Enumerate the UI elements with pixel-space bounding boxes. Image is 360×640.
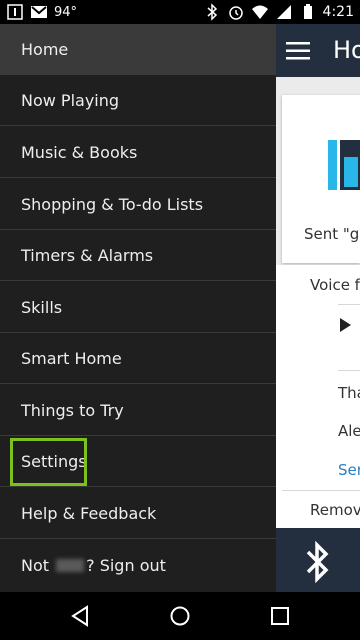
drawer-item-shopping-lists[interactable]: Shopping & To-do Lists (0, 179, 276, 230)
status-bar: 94° 4:21 (0, 0, 360, 24)
voice-feedback-label: Voice fe (310, 276, 360, 294)
drawer-item-label: Smart Home (21, 348, 122, 368)
drawer-item-music-books[interactable]: Music & Books (0, 127, 276, 178)
drawer-item-things-to-try[interactable]: Things to Try (0, 385, 276, 436)
app-header: Ho (276, 24, 360, 77)
alarm-icon (228, 6, 243, 20)
remove-button[interactable]: Remove (310, 501, 360, 519)
signal-icon (276, 5, 291, 19)
bluetooth-icon (207, 3, 217, 21)
app-content: Ho Sent "ga Voice fe Tha Ale Ser Remove (276, 24, 360, 592)
drawer-item-label: Home (21, 39, 69, 59)
drawer-item-smart-home[interactable]: Smart Home (0, 333, 276, 384)
clock: 4:21 (322, 4, 354, 20)
sign-out-prefix: Not (21, 556, 55, 575)
battery-icon (303, 4, 312, 19)
navigation-drawer: Home Now Playing Music & Books Shopping … (0, 24, 276, 592)
feedback-link[interactable]: Ser (338, 461, 360, 479)
gmail-icon (31, 6, 47, 18)
bottom-bar (276, 528, 360, 592)
drawer-item-sign-out[interactable]: Not ? Sign out (0, 540, 276, 591)
feedback-row-2: Ale (338, 422, 360, 440)
menu-icon[interactable] (286, 42, 310, 60)
wifi-icon (251, 5, 268, 19)
drawer-item-label: Timers & Alarms (21, 245, 154, 265)
redacted-name (56, 559, 85, 572)
drawer-item-label: Now Playing (21, 90, 120, 110)
drawer-item-skills[interactable]: Skills (0, 282, 276, 333)
drawer-item-timers-alarms[interactable]: Timers & Alarms (0, 230, 276, 281)
page-title: Ho (333, 36, 360, 64)
drawer-item-label: Music & Books (21, 142, 138, 162)
drawer-item-label: Things to Try (21, 400, 124, 420)
drawer-item-home[interactable]: Home (0, 24, 276, 75)
recents-icon[interactable] (268, 604, 292, 628)
bluetooth-icon[interactable] (302, 540, 332, 584)
home-icon[interactable] (168, 604, 192, 628)
back-icon[interactable] (68, 604, 92, 628)
feedback-row-1: Tha (338, 384, 360, 402)
card-text: Sent "ga (304, 225, 360, 243)
system-nav-bar (0, 592, 360, 640)
play-icon[interactable] (340, 318, 351, 332)
drawer-item-help-feedback[interactable]: Help & Feedback (0, 488, 276, 539)
drawer-item-label: Shopping & To-do Lists (21, 194, 204, 214)
settings-highlight (10, 438, 87, 486)
notification-icon (7, 4, 23, 20)
card-logo (328, 140, 337, 190)
drawer-item-label: Help & Feedback (21, 503, 157, 523)
activity-card[interactable]: Sent "ga (282, 95, 360, 263)
temperature: 94° (54, 4, 78, 20)
sign-out-suffix: ? Sign out (86, 556, 166, 575)
drawer-item-now-playing[interactable]: Now Playing (0, 75, 276, 126)
drawer-item-label: Skills (21, 297, 63, 317)
